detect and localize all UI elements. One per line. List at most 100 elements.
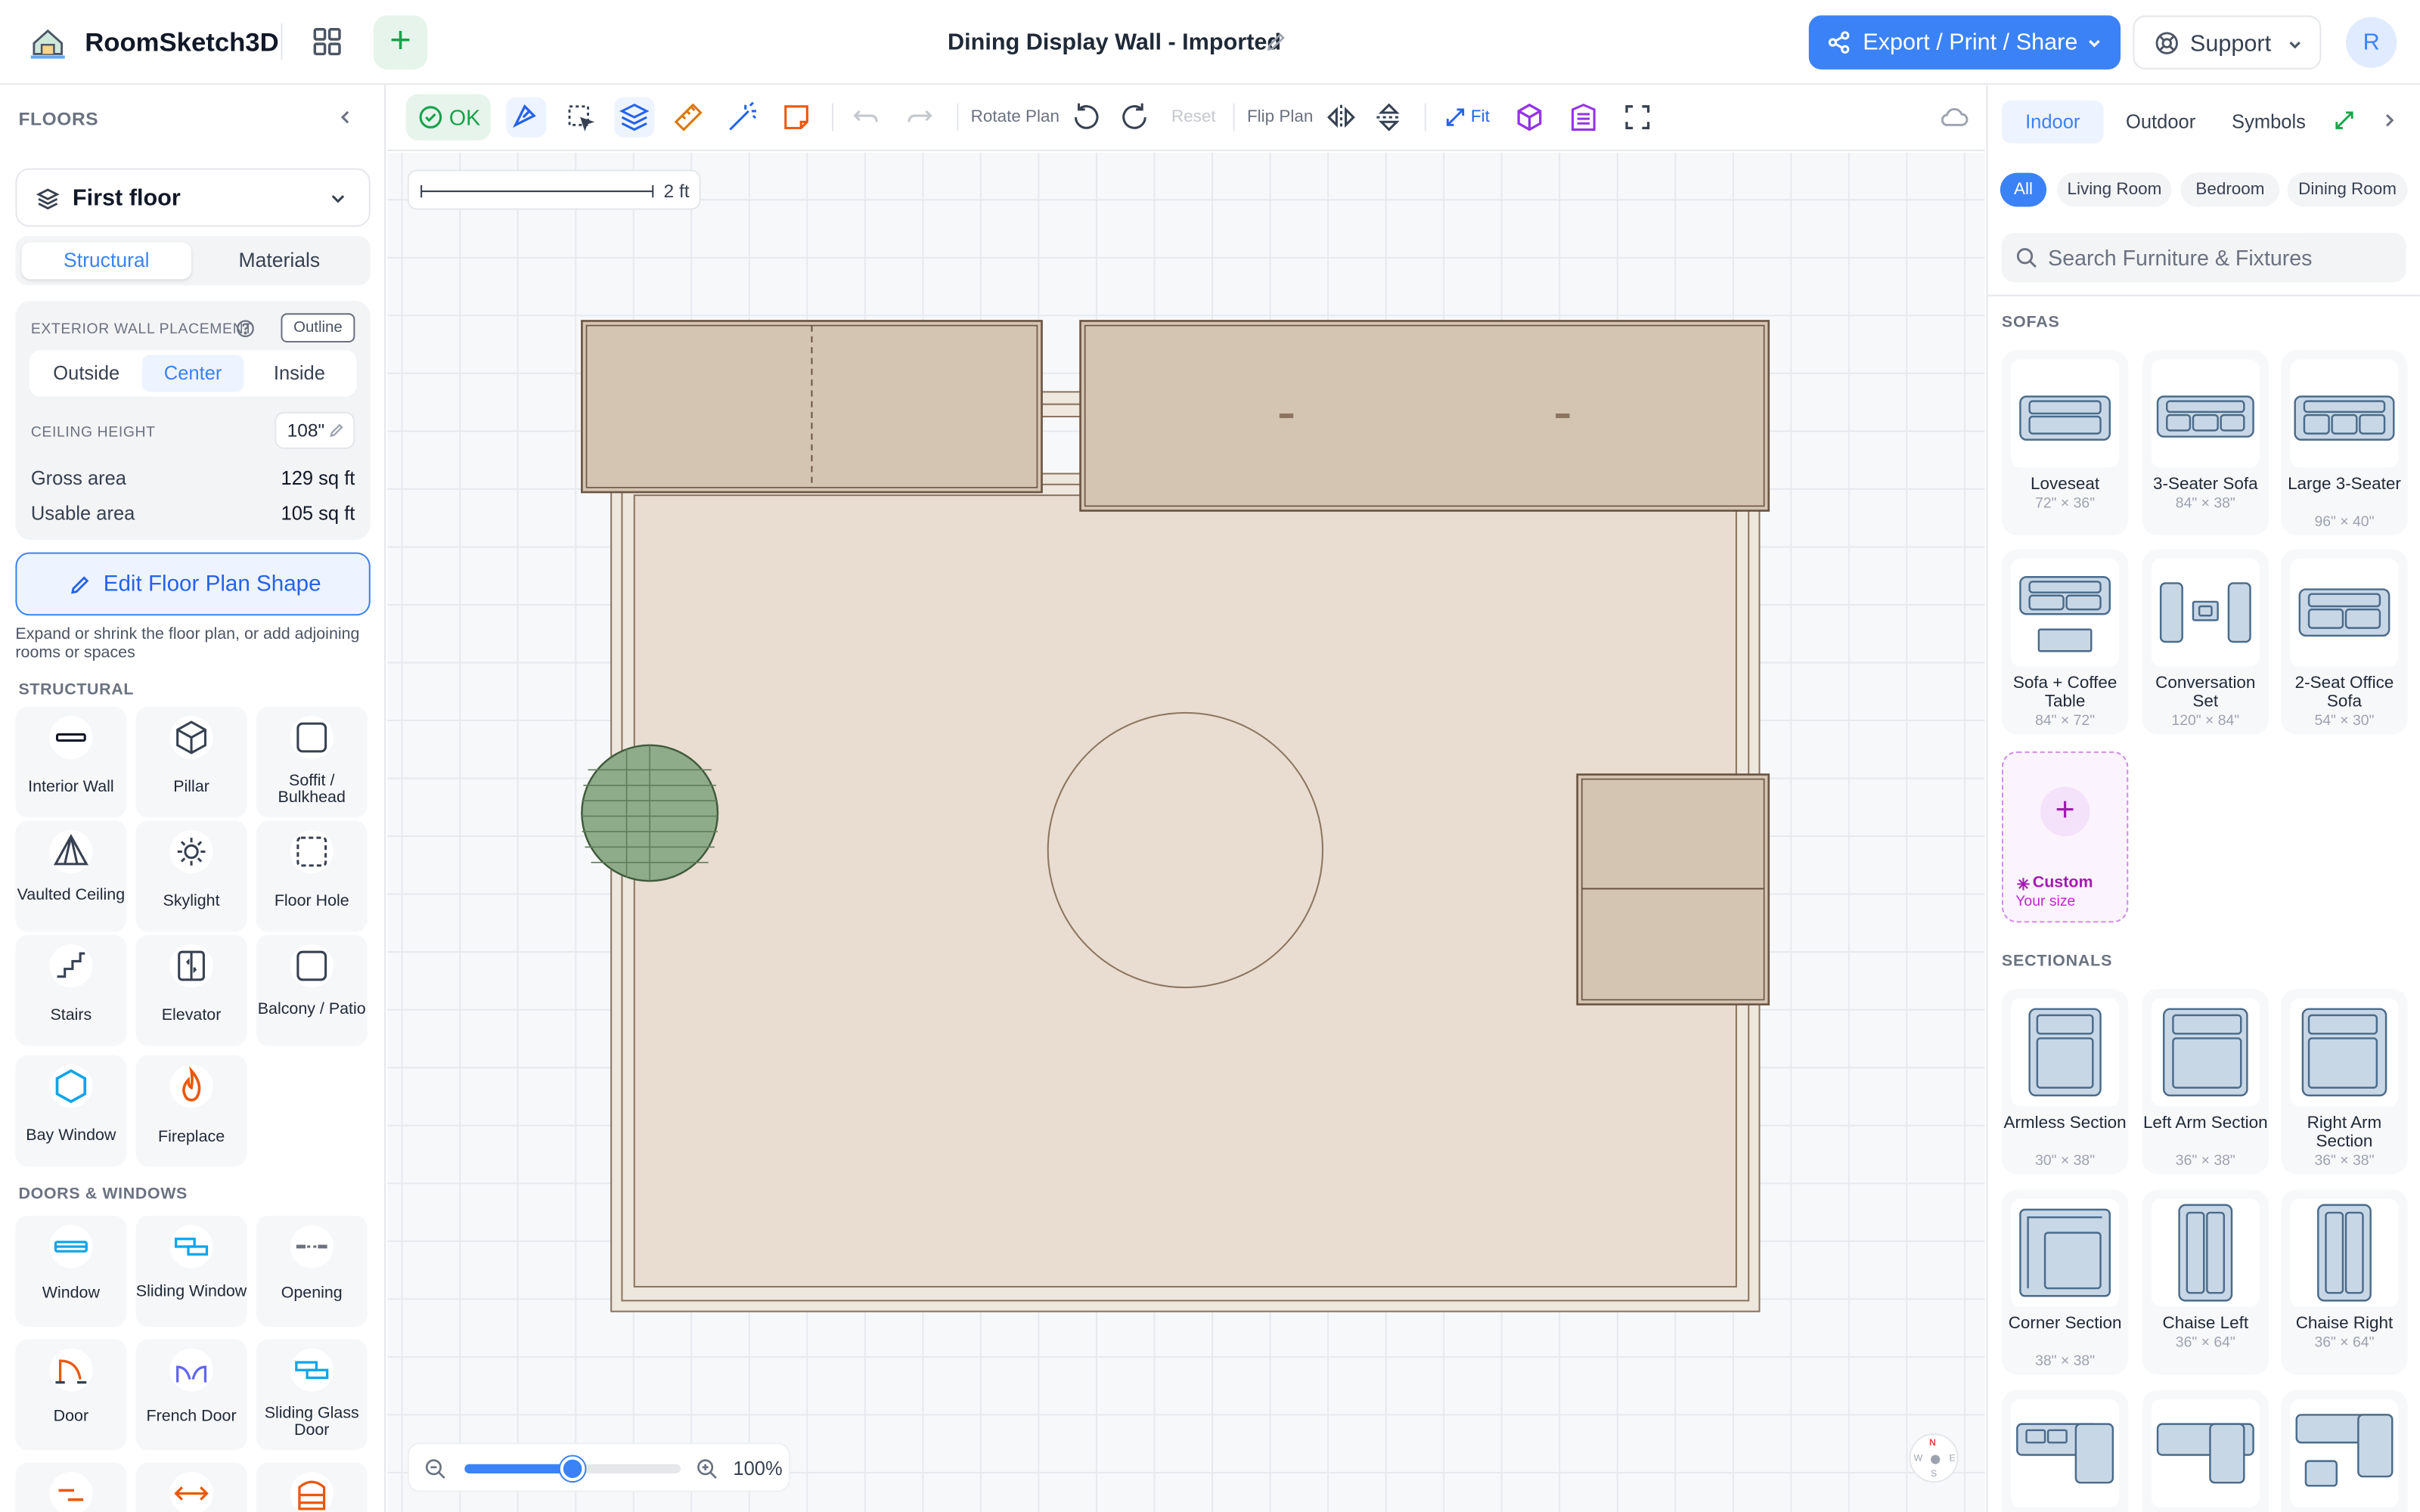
furniture-sofa-coffee-table[interactable]: Sofa + Coffee Table 84" × 72" [2001,549,2129,735]
tool-door[interactable]: Door [15,1339,127,1451]
furniture-chaise-right[interactable]: Chaise Right 36" × 64" [2281,1189,2408,1375]
tool-stairs[interactable]: Stairs [15,934,127,1046]
tab-materials[interactable]: Materials [194,242,364,279]
doors-windows-heading: DOORS & WINDOWS [18,1185,188,1204]
collapse-panel-icon[interactable] [337,108,355,126]
tool-fireplace[interactable]: Fireplace [135,1055,247,1167]
expand-arrows-icon [1446,108,1465,126]
tool-pillar[interactable]: Pillar [135,706,247,818]
tool-french-door[interactable]: French Door [135,1339,247,1451]
zoom-slider-handle[interactable] [560,1456,585,1482]
tool-interior-wall[interactable]: Interior Wall [15,706,127,818]
furniture-search[interactable] [2001,233,2406,283]
furniture-conversation-set[interactable]: Conversation Set 120" × 84" [2142,549,2269,735]
furniture-loveseat[interactable]: Loveseat 72" × 36" [2001,350,2129,536]
magic-tool-button[interactable] [722,98,762,138]
floor-selected-label: First floor [72,184,181,212]
tool-balcony-patio[interactable]: Balcony / Patio [256,934,368,1046]
tab-symbols[interactable]: Symbols [2218,101,2320,144]
tool-skylight[interactable]: Skylight [135,820,247,932]
3d-view-button[interactable] [1509,98,1550,138]
measure-tool-button[interactable] [669,98,709,138]
edit-title-icon[interactable] [1265,31,1287,53]
furniture-sectional-set-1[interactable] [2001,1390,2129,1512]
flip-horizontal-button[interactable] [1321,98,1361,138]
tool-opening[interactable]: Opening [256,1216,368,1328]
search-input[interactable] [2048,239,2396,277]
tool-more-3[interactable] [256,1462,368,1512]
room-floor[interactable] [633,494,1737,1288]
rotate-left-button[interactable] [1066,98,1106,138]
edit-floor-plan-shape-button[interactable]: Edit Floor Plan Shape [15,552,371,616]
floor-selector[interactable]: First floor [15,168,371,227]
chevron-right-icon[interactable] [2380,111,2398,129]
ok-status-button[interactable]: OK [405,94,491,141]
new-plan-button[interactable]: + [373,15,428,70]
note-tool-button[interactable] [777,98,817,138]
wall-outside-option[interactable]: Outside [36,355,138,392]
help-icon[interactable] [236,319,254,338]
rotate-ccw-icon [1074,103,1099,129]
tool-more-1[interactable] [15,1462,127,1512]
expand-panel-icon[interactable] [2334,110,2356,132]
toolbar-divider [1233,103,1235,132]
document-title[interactable]: Dining Display Wall - Imported [948,29,1281,56]
furniture-corner-section[interactable]: Corner Section 38" × 38" [2001,1189,2129,1375]
undo-button[interactable] [845,98,886,138]
tab-indoor[interactable]: Indoor [2001,100,2104,144]
furniture-left-arm-section[interactable]: Left Arm Section 36" × 38" [2142,989,2269,1175]
tool-sliding-glass-door[interactable]: Sliding Glass Door [256,1339,368,1451]
floor-plan-canvas[interactable]: 2 ft 100% N S E W [387,153,1985,1512]
tool-window[interactable]: Window [15,1216,127,1328]
zoom-in-icon[interactable] [696,1458,718,1480]
select-tool-button[interactable] [560,98,600,138]
zoom-slider-track[interactable] [464,1456,681,1482]
ceiling-height-input[interactable]: 108" [275,411,355,449]
furniture-right-arm-section[interactable]: Right Arm Section 36" × 38" [2281,989,2408,1175]
chip-bedroom[interactable]: Bedroom [2180,172,2280,207]
compass-rose[interactable]: N S E W [1909,1433,1959,1483]
app-logo-icon[interactable] [28,22,68,62]
support-button[interactable]: Support [2133,15,2322,70]
flip-vertical-button[interactable] [1369,98,1409,138]
furniture-chaise-left[interactable]: Chaise Left 36" × 64" [2142,1189,2269,1375]
custom-size-tile[interactable]: + Custom Your size [2001,751,2129,923]
furniture-armless-section[interactable]: Armless Section 30" × 38" [2001,989,2129,1175]
draw-tool-button[interactable] [506,97,547,138]
layers-tool-button[interactable] [614,97,655,138]
tab-structural[interactable]: Structural [21,242,192,280]
zoom-out-icon[interactable] [424,1458,446,1480]
cloud-sync-button[interactable] [1934,98,1974,138]
dashboard-grid-icon[interactable] [309,23,346,60]
furniture-2-seat-office-sofa[interactable]: 2-Seat Office Sofa 54" × 30" [2281,549,2408,735]
rotate-right-button[interactable] [1114,98,1154,138]
furniture-sectional-set-3[interactable] [2281,1390,2408,1512]
wall-center-option[interactable]: Center [141,355,244,392]
tool-elevator[interactable]: Elevator [135,934,247,1046]
fullscreen-button[interactable] [1618,98,1658,138]
cloud-icon [1941,108,1969,126]
tab-outdoor[interactable]: Outdoor [2110,101,2212,144]
tool-floor-hole[interactable]: Floor Hole [256,820,368,932]
tool-more-2[interactable] [135,1462,247,1512]
reset-rotation-button[interactable]: Reset [1171,108,1216,126]
wall-inside-option[interactable]: Inside [249,355,351,392]
redo-button[interactable] [900,98,940,138]
tool-sliding-window[interactable]: Sliding Window [135,1216,247,1328]
furniture-large-3-seater[interactable]: Large 3-Seater 96" × 40" [2281,350,2408,536]
elevation-view-button[interactable] [1563,98,1603,138]
furniture-3-seater-sofa[interactable]: 3-Seater Sofa 84" × 38" [2142,350,2269,536]
tool-bay-window[interactable]: Bay Window [15,1055,127,1167]
floor-plan-drawing[interactable] [387,153,1984,1512]
export-print-share-button[interactable]: Export / Print / Share [1808,15,2121,70]
tool-vaulted-ceiling[interactable]: Vaulted Ceiling [15,820,127,932]
outline-toggle[interactable]: Outline [281,313,355,343]
user-avatar[interactable]: R [2346,17,2397,68]
chip-living-room[interactable]: Living Room [2057,172,2172,207]
display-cabinet-right[interactable] [1079,320,1770,512]
chip-all[interactable]: All [2000,172,2047,207]
chip-dining-room[interactable]: Dining Room [2287,172,2408,207]
tool-soffit-bulkhead[interactable]: Soffit / Bulkhead [256,706,368,818]
furniture-sectional-set-2[interactable] [2142,1390,2269,1512]
fit-view-button[interactable]: Fit [1441,98,1497,138]
